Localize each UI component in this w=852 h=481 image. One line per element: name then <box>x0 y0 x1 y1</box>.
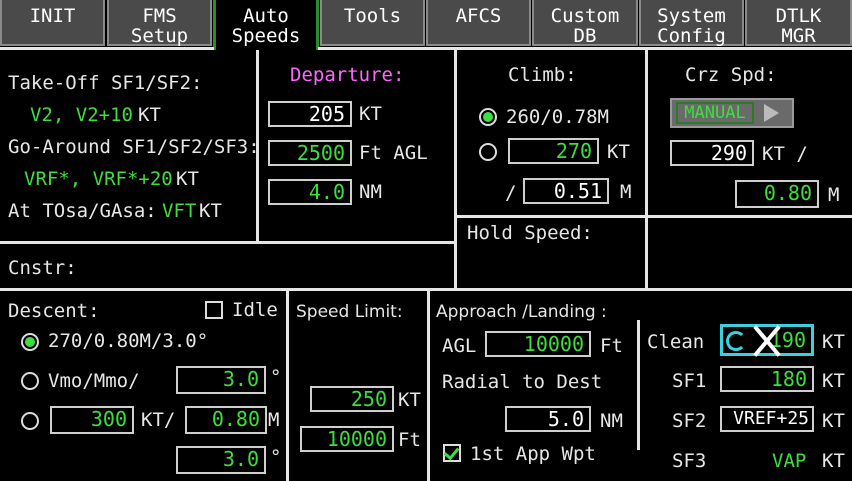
cnstr-label: Cnstr: <box>8 257 77 279</box>
descent-option-2: Vmo/Mmo/ <box>48 370 140 392</box>
descent-angle-2-field[interactable]: 3.0 <box>176 366 266 394</box>
idle-checkbox[interactable] <box>205 301 223 319</box>
climb-radio-1[interactable] <box>479 108 497 126</box>
climb-speed-field[interactable]: 270 <box>508 138 599 164</box>
sf3-label: SF3 <box>672 450 707 472</box>
departure-speed-unit: KT <box>359 103 382 125</box>
climb-slash: / <box>505 182 517 204</box>
climb-option-1: 260/0.78M <box>506 106 609 128</box>
speed-limit-speed-unit: KT <box>398 389 421 411</box>
climb-mach-unit: M <box>620 181 632 203</box>
cruise-speed-field[interactable]: 290 <box>670 140 754 166</box>
descent-radio-3[interactable] <box>21 412 39 430</box>
tab-dtlk-mgr[interactable]: DTLK MGR <box>745 0 852 46</box>
climb-title: Climb: <box>508 64 577 86</box>
divider <box>645 50 648 290</box>
hold-speed-title: Hold Speed: <box>467 222 593 244</box>
clean-label: Clean <box>647 331 705 353</box>
tosa-unit: KT <box>199 200 222 222</box>
sf2-unit: KT <box>822 410 845 432</box>
takeoff-sf-label: Take-Off SF1/SF2: <box>8 72 203 94</box>
tosa-value: VFT <box>162 200 197 222</box>
goaround-sf-label: Go-Around SF1/SF2/SF3: <box>8 136 260 158</box>
divider <box>318 47 852 50</box>
first-app-wpt-checkbox[interactable] <box>443 443 461 462</box>
tab-afcs[interactable]: AFCS <box>426 0 531 46</box>
clean-unit: KT <box>822 331 845 353</box>
cruise-speed-unit: KT / <box>762 143 808 165</box>
sf2-speed-field[interactable]: VREF+25 <box>720 406 814 432</box>
departure-alt-field[interactable]: 2500 <box>268 140 352 166</box>
descent-speed-3-field[interactable]: 300 <box>50 406 134 434</box>
speed-limit-speed-field[interactable]: 250 <box>310 386 394 412</box>
cruise-mode-value: MANUAL <box>676 102 754 124</box>
divider <box>0 47 214 50</box>
climb-mach-field[interactable]: 0.51 <box>523 178 609 204</box>
tab-system-config[interactable]: System Config <box>639 0 744 46</box>
sf1-label: SF1 <box>672 370 707 392</box>
tosa-label: At TOsa/GAsa: <box>8 200 157 222</box>
first-app-wpt-label: 1st App Wpt <box>470 443 596 465</box>
check-icon <box>443 443 460 461</box>
tab-custom-db[interactable]: Custom DB <box>532 0 638 46</box>
approach-agl-unit: Ft <box>600 335 623 357</box>
idle-label: Idle <box>232 299 278 321</box>
takeoff-sf-value: V2, V2+10 <box>30 104 133 126</box>
takeoff-sf-unit: KT <box>138 104 161 126</box>
departure-title: Departure: <box>290 64 405 86</box>
approach-agl-label: AGL <box>442 335 477 357</box>
descent-deg-2: ° <box>270 366 282 388</box>
sf2-label: SF2 <box>672 410 707 432</box>
departure-speed-field[interactable]: 205 <box>268 101 352 127</box>
divider <box>454 50 457 290</box>
cruise-mach-unit: M <box>828 184 840 206</box>
departure-dist-unit: NM <box>359 181 382 203</box>
departure-dist-field[interactable]: 4.0 <box>268 179 352 205</box>
departure-alt-unit: Ft AGL <box>359 142 428 164</box>
descent-angle-3-field[interactable]: 3.0 <box>176 446 266 474</box>
approach-dist-unit: NM <box>600 410 623 432</box>
climb-speed-unit: KT <box>607 141 630 163</box>
descent-title: Descent: <box>8 300 100 322</box>
cursor-x-icon <box>750 322 784 360</box>
approach-title: Approach /Landing : <box>436 302 607 322</box>
divider <box>286 290 289 481</box>
divider <box>637 320 640 450</box>
descent-mach-3-field[interactable]: 0.80 <box>185 406 267 434</box>
speed-limit-alt-field[interactable]: 10000 <box>300 426 394 452</box>
descent-radio-1[interactable] <box>21 333 39 351</box>
descent-deg-3: ° <box>270 446 282 468</box>
tab-init[interactable]: INIT <box>0 0 105 46</box>
divider <box>454 215 852 218</box>
sf1-speed-field[interactable]: 180 <box>720 366 814 392</box>
divider <box>427 290 430 481</box>
tab-tools[interactable]: Tools <box>320 0 425 46</box>
cruise-title: Crz Spd: <box>685 64 777 86</box>
descent-option-1: 270/0.80M/3.0° <box>48 330 209 352</box>
climb-radio-2[interactable] <box>479 143 497 161</box>
goaround-sf-unit: KT <box>176 168 199 190</box>
descent-m-3: M <box>268 409 280 431</box>
approach-radial-label: Radial to Dest <box>442 371 603 393</box>
descent-kt-3: KT/ <box>141 409 176 431</box>
refresh-icon <box>726 331 746 351</box>
sf3-value: VAP <box>772 450 807 472</box>
descent-radio-2[interactable] <box>21 372 39 390</box>
approach-agl-field[interactable]: 10000 <box>485 331 591 357</box>
speed-limit-title: Speed Limit: <box>296 302 403 322</box>
approach-dist-field[interactable]: 5.0 <box>505 406 591 432</box>
tab-auto-speeds[interactable]: Auto Speeds <box>213 0 319 50</box>
goaround-sf-value: VRF*, VRF*+20 <box>24 168 173 190</box>
cruise-mode-selector[interactable]: MANUAL <box>670 98 794 128</box>
cruise-mach-field[interactable]: 0.80 <box>735 180 819 208</box>
divider <box>0 288 852 291</box>
tab-fms-setup[interactable]: FMS Setup <box>107 0 212 46</box>
play-arrow-icon <box>764 104 779 122</box>
divider <box>0 241 456 244</box>
sf3-unit: KT <box>822 450 845 472</box>
sf1-unit: KT <box>822 370 845 392</box>
speed-limit-alt-unit: Ft <box>398 429 421 451</box>
